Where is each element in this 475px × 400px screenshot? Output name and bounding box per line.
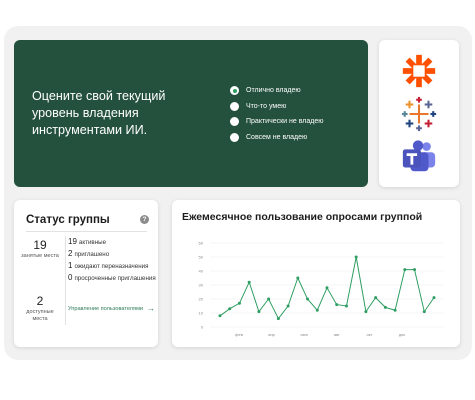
data-point[interactable] (237, 301, 241, 305)
tableau-icon[interactable] (400, 95, 438, 133)
data-point[interactable] (286, 304, 290, 308)
data-point[interactable] (247, 280, 251, 284)
data-point[interactable] (228, 307, 232, 311)
x-tick-label: фев (235, 332, 243, 337)
stat-count: 1 (68, 261, 73, 270)
arrow-right-icon: → (147, 304, 156, 313)
stat-count: 19 (68, 237, 77, 246)
data-point[interactable] (354, 255, 358, 259)
manage-users-link[interactable]: Управление пользователями → (68, 304, 155, 313)
stat-active: 19 активные (68, 237, 106, 246)
survey-option-none[interactable]: Совсем не владею (230, 130, 324, 145)
group-status-card: Статус группы ? 19 занятые места 2 досту… (14, 200, 158, 347)
data-point[interactable] (296, 276, 300, 280)
occupied-seats-count: 19 (33, 238, 47, 252)
data-point[interactable] (335, 303, 339, 307)
data-point[interactable] (432, 296, 436, 300)
stat-label: приглашено (74, 251, 110, 258)
manage-users-label: Управление пользователями (68, 306, 144, 312)
stat-label: активные (78, 239, 107, 246)
survey-card: Оцените свой текущий уровень владения ин… (14, 40, 368, 187)
survey-option-label: Практически не владею (246, 118, 324, 126)
y-tick-label: 10 (199, 311, 204, 316)
data-point[interactable] (257, 310, 261, 314)
group-status-title: Статус группы (26, 214, 110, 226)
survey-option-barely[interactable]: Практически не владею (230, 114, 324, 129)
help-icon[interactable]: ? (140, 215, 149, 224)
radio-checked-icon[interactable] (230, 86, 239, 95)
survey-option-some[interactable]: Что-то умею (230, 99, 324, 114)
survey-option-excellent[interactable]: Отлично владею (230, 83, 324, 98)
data-point[interactable] (393, 308, 397, 312)
data-point[interactable] (218, 314, 222, 318)
data-point[interactable] (315, 308, 319, 312)
stat-count: 0 (68, 273, 73, 282)
divider (26, 231, 147, 232)
stat-label: просроченные приглашения (74, 275, 156, 282)
x-tick-label: авг (334, 332, 340, 337)
stat-label: ожидают переназначения (74, 263, 149, 270)
data-point[interactable] (267, 297, 271, 301)
survey-option-label: Совсем не владею (246, 133, 308, 141)
usage-chart-card: Ежемесячное пользование опросами группой… (172, 200, 460, 347)
stat-invited: 2 приглашено (68, 249, 109, 258)
y-tick-label: 40 (199, 269, 204, 274)
survey-option-label: Что-то умею (246, 102, 287, 110)
survey-options: Отлично владею Что-то умею Практически н… (230, 83, 324, 145)
data-point[interactable] (403, 268, 407, 272)
data-point[interactable] (383, 305, 387, 309)
data-point[interactable] (276, 317, 280, 321)
stat-expired-invites: 0 просроченные приглашения (68, 273, 156, 282)
zapier-icon[interactable] (400, 52, 438, 90)
data-point[interactable] (344, 304, 348, 308)
y-tick-label: 0 (201, 325, 204, 330)
occupied-seats-label: занятые места (21, 253, 59, 259)
available-seats-count: 2 (36, 294, 44, 308)
data-point[interactable] (422, 310, 426, 314)
survey-question: Оцените свой текущий уровень владения ин… (32, 89, 166, 137)
x-tick-label: окт (366, 332, 372, 337)
divider (65, 236, 66, 325)
y-tick-label: 60 (199, 241, 204, 246)
radio-icon[interactable] (230, 117, 239, 127)
stat-count: 2 (68, 249, 73, 258)
y-tick-label: 20 (199, 297, 204, 302)
radio-icon[interactable] (230, 101, 239, 111)
data-point[interactable] (306, 297, 310, 301)
stat-pending-reassign: 1 ожидают переназначения (68, 261, 148, 270)
data-point[interactable] (374, 296, 378, 300)
data-point[interactable] (364, 310, 368, 314)
y-tick-label: 50 (199, 255, 204, 260)
usage-line-chart: 60 50 40 30 20 10 0 фев апр июн авг окт дек (199, 241, 444, 337)
radio-icon[interactable] (230, 132, 239, 142)
x-tick-label: апр (268, 332, 275, 337)
x-tick-label: дек (399, 332, 406, 337)
data-point[interactable] (325, 286, 329, 290)
integrations-card (379, 40, 459, 187)
survey-option-label: Отлично владею (246, 87, 301, 94)
available-seats-label: доступные места (26, 309, 54, 322)
teams-icon[interactable] (400, 138, 438, 176)
x-tick-label: июн (300, 332, 307, 337)
y-tick-label: 30 (199, 283, 204, 288)
data-point[interactable] (413, 268, 417, 272)
